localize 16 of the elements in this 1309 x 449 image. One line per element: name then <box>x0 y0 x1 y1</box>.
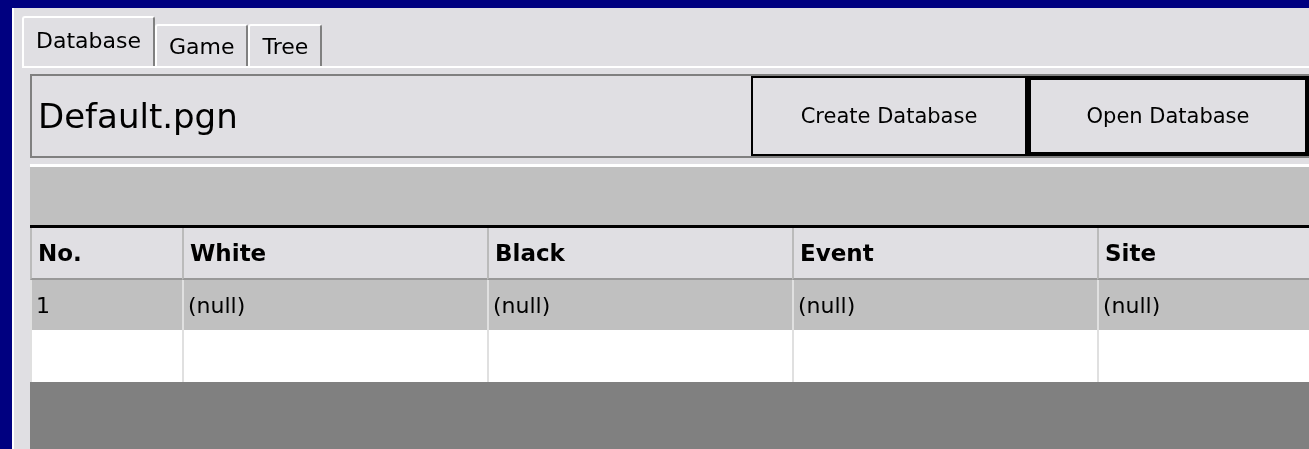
database-title: Default.pgn <box>37 96 239 136</box>
database-button[interactable]: Open Database <box>1027 76 1309 156</box>
table-cell: (null) <box>792 280 1097 330</box>
column-header[interactable]: Event <box>792 228 1097 280</box>
tab[interactable]: Tree <box>248 24 323 66</box>
table-cell: (null) <box>182 280 487 330</box>
column-header[interactable]: Site <box>1097 228 1309 280</box>
table-cell: 1 <box>30 280 182 330</box>
tab[interactable]: Game <box>155 24 249 66</box>
table-cell: (null) <box>487 280 792 330</box>
table-cell: (null) <box>1097 280 1309 330</box>
column-header[interactable]: Black <box>487 228 792 280</box>
column-header[interactable]: White <box>182 228 487 280</box>
column-header[interactable]: No. <box>30 228 182 280</box>
database-button[interactable]: Create Database <box>751 76 1027 156</box>
tab[interactable]: Database <box>22 16 155 66</box>
